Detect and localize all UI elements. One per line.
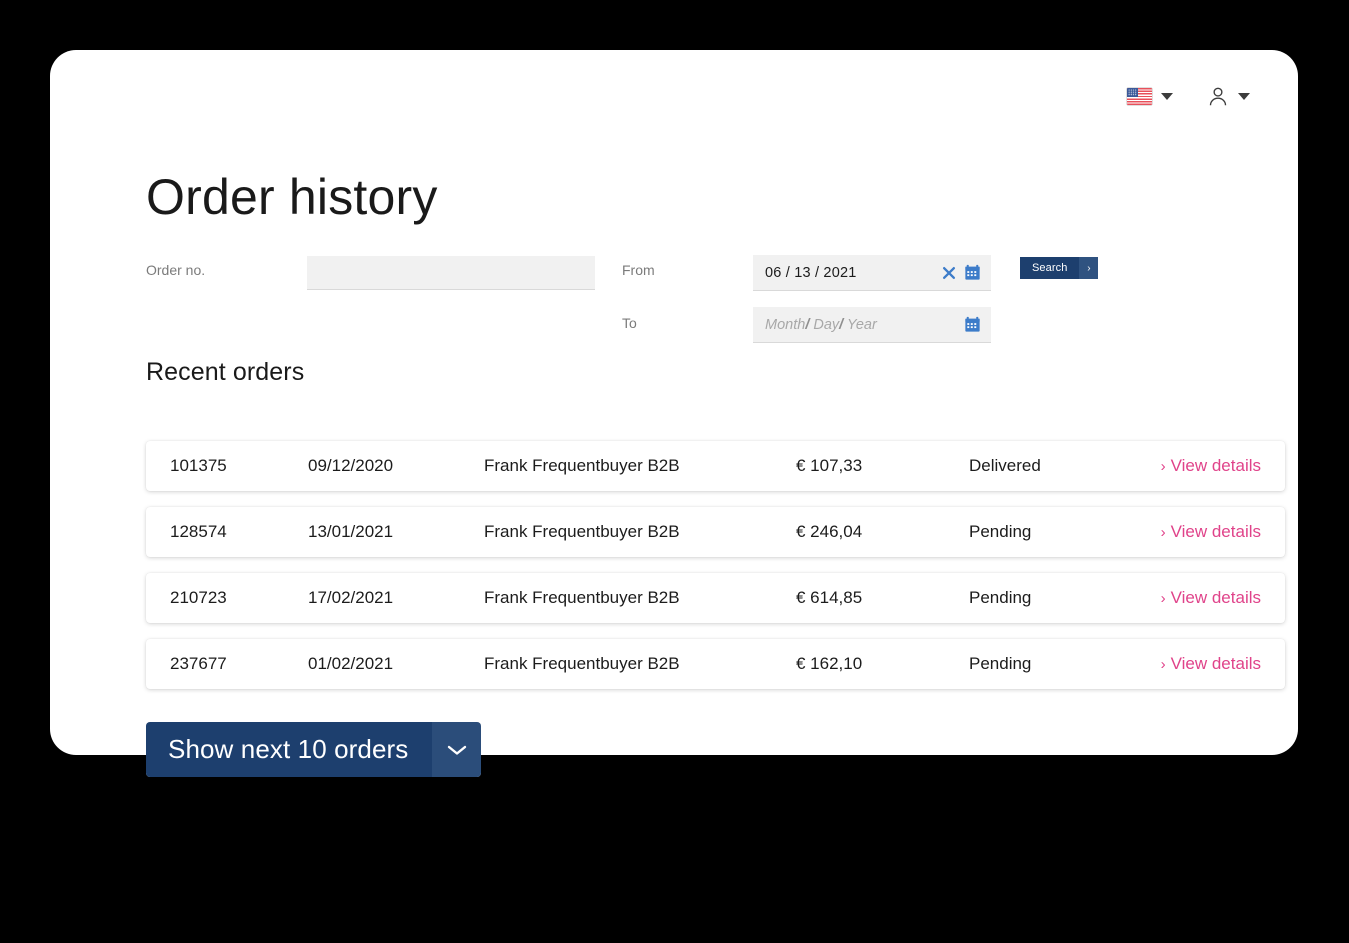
- order-status: Pending: [969, 654, 1032, 673]
- chevron-right-icon: ›: [1079, 257, 1099, 279]
- chevron-right-icon: ›: [1160, 590, 1166, 607]
- order-customer: Frank Frequentbuyer B2B: [484, 654, 680, 673]
- order-id: 237677: [170, 654, 227, 673]
- language-selector[interactable]: [1127, 88, 1173, 105]
- view-details-link[interactable]: › View details: [1161, 654, 1261, 674]
- section-title: Recent orders: [146, 358, 305, 386]
- show-next-orders-label: Show next 10 orders: [146, 722, 433, 777]
- order-status: Pending: [969, 522, 1032, 541]
- search-button[interactable]: Search ›: [1020, 257, 1099, 279]
- order-no-input[interactable]: [307, 256, 595, 290]
- view-details-label: View details: [1170, 456, 1261, 475]
- order-date: 09/12/2020: [308, 456, 394, 475]
- chevron-right-icon: ›: [1160, 458, 1166, 475]
- order-id: 210723: [170, 588, 227, 607]
- order-customer: Frank Frequentbuyer B2B: [484, 456, 680, 475]
- us-flag-icon: [1127, 88, 1152, 105]
- order-amount: € 614,85: [796, 588, 863, 607]
- chevron-down-icon: [1161, 93, 1173, 100]
- user-icon: [1209, 87, 1227, 106]
- app-window-card: Order history Order no. From 06 / 13 / 2…: [50, 50, 1298, 777]
- to-placeholder-day: Day: [813, 316, 840, 333]
- order-customer: Frank Frequentbuyer B2B: [484, 588, 680, 607]
- close-x-icon[interactable]: [940, 264, 958, 282]
- order-date: 17/02/2021: [308, 588, 394, 607]
- order-no-label: Order no.: [146, 262, 206, 278]
- to-date-field[interactable]: Month/ Day/ Year: [753, 307, 991, 343]
- view-details-link[interactable]: › View details: [1161, 588, 1261, 608]
- chevron-right-icon: ›: [1160, 656, 1166, 673]
- to-placeholder-month: Month: [765, 316, 806, 333]
- view-details-label: View details: [1170, 654, 1261, 673]
- show-next-orders-button[interactable]: Show next 10 orders: [146, 722, 482, 777]
- table-row[interactable]: 101375 09/12/2020 Frank Frequentbuyer B2…: [146, 441, 1285, 491]
- order-amount: € 107,33: [796, 456, 863, 475]
- calendar-icon[interactable]: [964, 264, 981, 281]
- order-amount: € 246,04: [796, 522, 863, 541]
- order-date: 13/01/2021: [308, 522, 394, 541]
- to-date-placeholder: Month/ Day/ Year: [765, 317, 964, 333]
- chevron-down-icon: [1238, 93, 1250, 100]
- order-id: 101375: [170, 456, 227, 475]
- order-id: 128574: [170, 522, 227, 541]
- orders-list: 101375 09/12/2020 Frank Frequentbuyer B2…: [146, 441, 1285, 705]
- order-customer: Frank Frequentbuyer B2B: [484, 522, 680, 541]
- to-placeholder-year: Year: [846, 316, 877, 333]
- order-amount: € 162,10: [796, 654, 863, 673]
- to-placeholder-sep2: /: [839, 316, 844, 333]
- account-menu[interactable]: [1207, 85, 1250, 108]
- view-details-link[interactable]: › View details: [1161, 522, 1261, 542]
- view-details-link[interactable]: › View details: [1161, 456, 1261, 476]
- header-controls: [1127, 85, 1250, 108]
- chevron-down-icon[interactable]: [432, 722, 482, 777]
- to-label: To: [622, 315, 637, 331]
- from-label: From: [622, 262, 655, 278]
- order-status: Pending: [969, 588, 1032, 607]
- table-row[interactable]: 210723 17/02/2021 Frank Frequentbuyer B2…: [146, 573, 1285, 623]
- from-date-value: 06 / 13 / 2021: [765, 264, 857, 281]
- view-details-label: View details: [1170, 588, 1261, 607]
- view-details-label: View details: [1170, 522, 1261, 541]
- order-status: Delivered: [969, 456, 1041, 475]
- screenshot-root: Order history Order no. From 06 / 13 / 2…: [0, 0, 1349, 943]
- chevron-right-icon: ›: [1160, 524, 1166, 541]
- order-date: 01/02/2021: [308, 654, 394, 673]
- page-title: Order history: [146, 169, 438, 225]
- search-button-label: Search: [1020, 257, 1080, 279]
- table-row[interactable]: 237677 01/02/2021 Frank Frequentbuyer B2…: [146, 639, 1285, 689]
- calendar-icon[interactable]: [964, 316, 981, 333]
- to-placeholder-sep1: /: [805, 316, 810, 333]
- from-date-field[interactable]: 06 / 13 / 2021: [753, 255, 991, 291]
- table-row[interactable]: 128574 13/01/2021 Frank Frequentbuyer B2…: [146, 507, 1285, 557]
